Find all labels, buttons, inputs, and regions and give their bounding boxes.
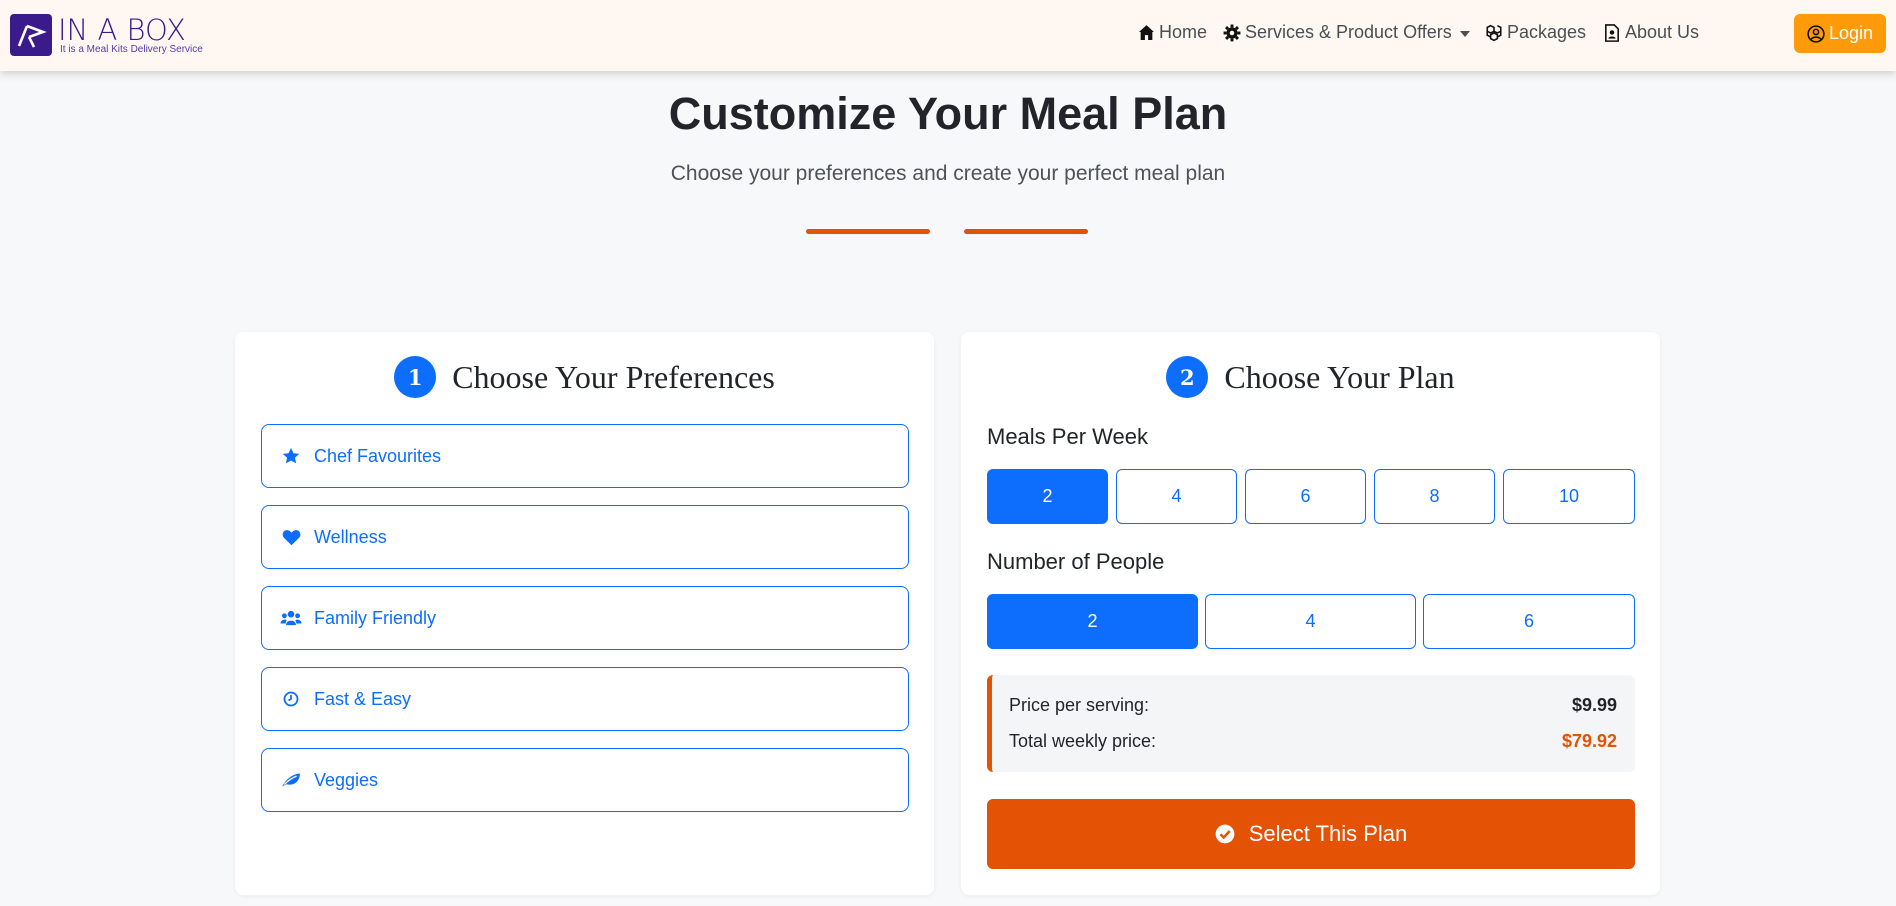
number-of-people-label: Number of People <box>987 549 1165 574</box>
about-icon <box>1603 23 1621 42</box>
brand-logo-icon <box>10 14 52 56</box>
step-badge: 2 <box>1166 356 1209 398</box>
nav-item-home[interactable]: Home <box>1137 22 1207 43</box>
login-label: Login <box>1828 23 1874 43</box>
people-option[interactable]: 6 <box>1423 594 1635 649</box>
preference-label: Fast & Easy <box>314 688 412 709</box>
login-button[interactable]: Login <box>1794 14 1886 53</box>
preference-label: Family Friendly <box>314 607 437 628</box>
leaf-icon <box>280 772 302 788</box>
select-plan-label: Select This Plan <box>1248 821 1408 846</box>
accent-divider-left <box>806 229 930 234</box>
page-subtitle: Choose your preferences and create your … <box>670 162 1226 185</box>
total-weekly-price-row: Total weekly price: $79.92 <box>1009 731 1617 752</box>
page-title: Customize Your Meal Plan <box>668 88 1228 139</box>
nav-item-label: About Us <box>1625 22 1700 42</box>
plan-card: 2 Choose Your Plan Meals Per Week 2 4 6 … <box>961 332 1660 895</box>
chevron-down-icon <box>1459 30 1470 37</box>
total-weekly-price-label: Total weekly price: <box>1009 731 1157 751</box>
plan-title: Choose Your Plan <box>1224 358 1455 395</box>
price-per-serving-row: Price per serving: $9.99 <box>1009 695 1617 716</box>
preference-label: Wellness <box>314 526 387 547</box>
nav-item-about[interactable]: About Us <box>1603 22 1699 43</box>
navbar: IN A BOX It is a Meal Kits Delivery Serv… <box>0 0 1896 71</box>
meals-option[interactable]: 6 <box>1245 469 1366 524</box>
nav-item-label: Services & Product Offers <box>1245 22 1452 42</box>
user-circle-icon <box>1807 24 1825 43</box>
price-per-serving-label: Price per serving: <box>1009 695 1150 715</box>
meals-per-week-label: Meals Per Week <box>987 424 1148 449</box>
people-option[interactable]: 2 <box>987 594 1198 649</box>
meals-option[interactable]: 4 <box>1116 469 1237 524</box>
brand-tagline: It is a Meal Kits Delivery Service <box>60 43 203 55</box>
nav-item-label: Home <box>1159 22 1208 42</box>
people-option[interactable]: 4 <box>1205 594 1416 649</box>
preference-veggies[interactable]: Veggies <box>261 748 909 812</box>
gear-icon <box>1223 24 1241 42</box>
preference-family-friendly[interactable]: Family Friendly <box>261 586 909 650</box>
preferences-card: 1 Choose Your Preferences Chef Favourite… <box>235 332 934 895</box>
meals-option[interactable]: 10 <box>1503 469 1635 524</box>
nav-item-label: Packages <box>1507 22 1587 42</box>
preference-fast-easy[interactable]: Fast & Easy <box>261 667 909 731</box>
home-icon <box>1137 24 1155 42</box>
check-circle-icon <box>1215 824 1235 844</box>
heart-icon <box>280 529 302 546</box>
price-summary: Price per serving: $9.99 Total weekly pr… <box>987 675 1635 772</box>
users-icon <box>280 609 302 627</box>
plan-header: 2 Choose Your Plan <box>961 356 1660 398</box>
preference-label: Veggies <box>314 769 379 790</box>
star-icon <box>280 447 302 465</box>
preference-chef-favourites[interactable]: Chef Favourites <box>261 424 909 488</box>
clock-icon <box>280 691 302 707</box>
brand-name: IN A BOX <box>58 12 186 47</box>
accent-divider-right <box>964 229 1088 234</box>
total-weekly-price-value: $79.92 <box>1561 731 1617 751</box>
meals-option[interactable]: 2 <box>987 469 1108 524</box>
nav-item-services[interactable]: Services & Product Offers <box>1223 22 1470 43</box>
price-per-serving-value: $9.99 <box>1571 695 1617 715</box>
meals-option[interactable]: 8 <box>1374 469 1495 524</box>
preferences-title: Choose Your Preferences <box>452 358 775 395</box>
preference-wellness[interactable]: Wellness <box>261 505 909 569</box>
select-plan-button[interactable]: Select This Plan <box>987 799 1635 869</box>
step-badge: 1 <box>394 356 437 398</box>
packages-icon <box>1485 24 1503 42</box>
preferences-header: 1 Choose Your Preferences <box>235 356 934 398</box>
nav-item-packages[interactable]: Packages <box>1485 22 1586 43</box>
preference-label: Chef Favourites <box>314 445 442 466</box>
brand[interactable]: IN A BOX It is a Meal Kits Delivery Serv… <box>10 14 203 56</box>
